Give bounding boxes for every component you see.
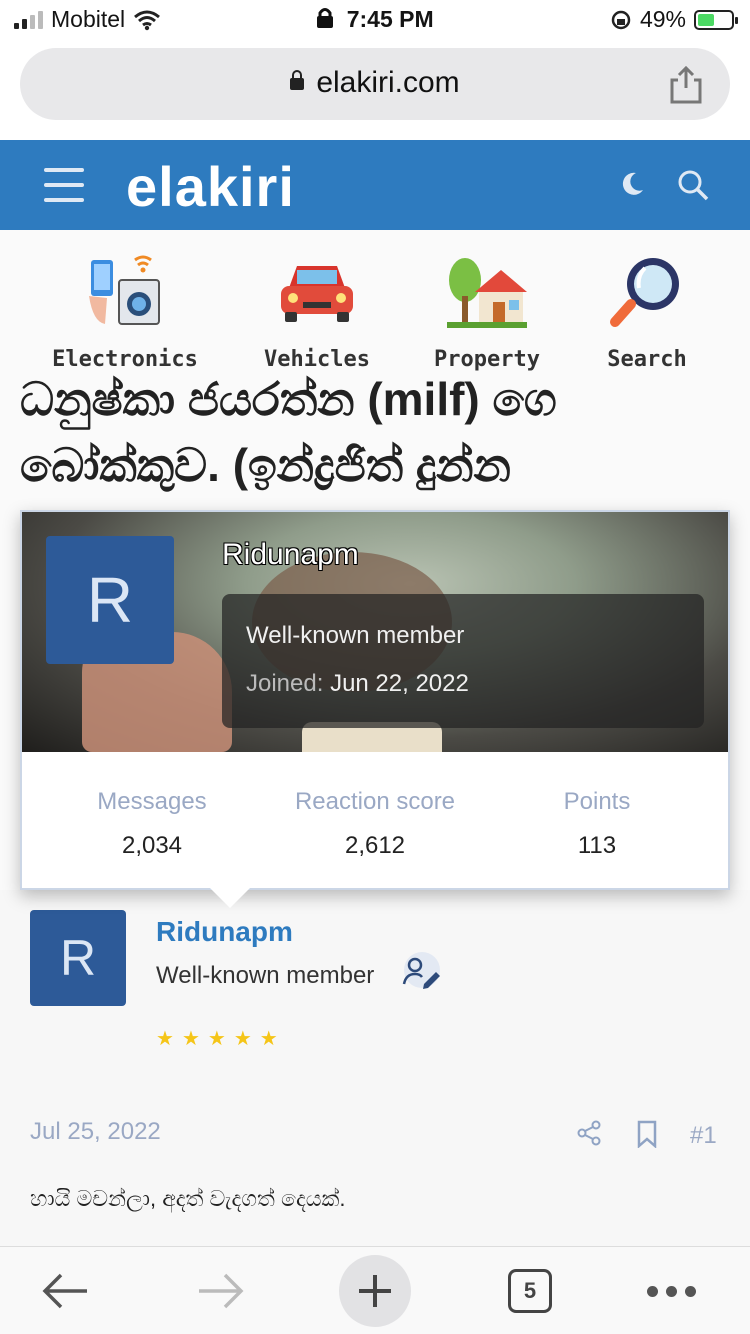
member-tooltip-card: R Ridunapm Well-known member Joined: Jun… bbox=[20, 510, 730, 890]
star-icon: ★ bbox=[259, 1028, 278, 1050]
status-right: 49% bbox=[610, 6, 738, 33]
star-icon: ★ bbox=[181, 1028, 200, 1050]
post-username[interactable]: Ridunapm bbox=[156, 916, 293, 948]
forward-button[interactable] bbox=[186, 1247, 256, 1334]
bookmark-icon[interactable] bbox=[636, 1120, 658, 1148]
category-vehicles[interactable]: Vehicles bbox=[232, 252, 402, 372]
electronics-icon bbox=[89, 255, 160, 325]
url-text: elakiri.com bbox=[316, 66, 460, 99]
member-stats: Messages 2,034 Reaction score 2,612 Poin… bbox=[22, 752, 728, 888]
post-avatar[interactable]: R bbox=[30, 910, 126, 1006]
lock-icon bbox=[317, 8, 334, 28]
orientation-lock-icon bbox=[611, 10, 631, 29]
star-icon: ★ bbox=[156, 1028, 174, 1050]
post-date[interactable]: Jul 25, 2022 bbox=[30, 1118, 161, 1146]
star-icon: ★ bbox=[207, 1028, 226, 1050]
share-icon[interactable] bbox=[668, 64, 704, 104]
category-electronics[interactable]: Electronics bbox=[40, 252, 210, 372]
back-button[interactable] bbox=[30, 1247, 100, 1334]
magnifier-icon bbox=[610, 258, 679, 327]
search-icon[interactable] bbox=[676, 168, 710, 202]
url-text-wrap: elakiri.com bbox=[20, 66, 730, 100]
site-logo[interactable]: elakiri bbox=[126, 154, 295, 219]
battery-percent: 49% bbox=[639, 6, 686, 32]
plus-icon bbox=[339, 1255, 411, 1327]
member-info-box: Well-known member Joined: Jun 22, 2022 bbox=[222, 594, 704, 728]
post-user-title: Well-known member bbox=[156, 962, 375, 989]
thread-title: ධනුෂ්කා ජයරත්න (milf) ගෙ බෝක්කුව. (ඉන්ද්… bbox=[20, 373, 557, 491]
member-user-title: Well-known member bbox=[246, 622, 465, 649]
star-icon: ★ bbox=[233, 1028, 252, 1050]
stat-reaction-score: Reaction score 2,612 bbox=[282, 788, 468, 860]
category-property[interactable]: Property bbox=[402, 252, 572, 372]
forward-arrow-icon bbox=[199, 1273, 244, 1309]
stat-messages: Messages 2,034 bbox=[92, 788, 212, 860]
more-button[interactable] bbox=[636, 1247, 706, 1334]
stat-value: 2,034 bbox=[121, 832, 183, 859]
more-icon bbox=[646, 1285, 696, 1297]
member-username[interactable]: Ridunapm bbox=[222, 538, 359, 572]
share-post-icon[interactable] bbox=[576, 1120, 602, 1146]
battery-fill bbox=[698, 13, 714, 26]
battery-icon bbox=[694, 9, 738, 30]
post-number[interactable]: #1 bbox=[690, 1122, 717, 1150]
car-icon bbox=[281, 266, 353, 322]
back-arrow-icon bbox=[42, 1273, 87, 1309]
member-joined: Joined: Jun 22, 2022 bbox=[246, 670, 469, 698]
stat-value: 113 bbox=[577, 832, 617, 859]
house-icon bbox=[447, 258, 527, 328]
user-edit-icon bbox=[402, 952, 440, 989]
secure-lock-icon bbox=[290, 70, 305, 90]
status-time: 7:45 PM bbox=[346, 6, 434, 32]
moon-icon[interactable] bbox=[618, 170, 646, 198]
url-bar[interactable]: elakiri.com bbox=[20, 48, 730, 120]
new-tab-button[interactable] bbox=[338, 1247, 412, 1334]
stat-points: Points 113 bbox=[552, 788, 642, 860]
member-avatar[interactable]: R bbox=[46, 536, 174, 664]
stat-label: Points bbox=[563, 788, 631, 815]
rating-stars: ★ ★ ★ ★ ★ bbox=[156, 1026, 278, 1051]
browser-toolbar: 5 bbox=[0, 1246, 750, 1334]
tooltip-pointer bbox=[210, 888, 250, 908]
tabs-button[interactable]: 5 bbox=[500, 1247, 560, 1334]
stat-label: Messages bbox=[97, 788, 207, 815]
stat-value: 2,612 bbox=[344, 832, 406, 859]
menu-icon[interactable] bbox=[44, 168, 84, 202]
stat-label: Reaction score bbox=[294, 788, 456, 815]
category-search[interactable]: Search bbox=[562, 252, 732, 372]
post-body: හායි මචන්ලා, අදත් වැදගත් දෙයක්. bbox=[30, 1186, 346, 1211]
status-bar: Mobitel 7:45 PM 49% bbox=[0, 0, 750, 40]
tabs-count: 5 bbox=[508, 1269, 552, 1313]
joined-date: Jun 22, 2022 bbox=[330, 670, 469, 697]
joined-label: Joined: bbox=[246, 670, 324, 697]
profile-banner: R Ridunapm Well-known member Joined: Jun… bbox=[22, 512, 728, 752]
